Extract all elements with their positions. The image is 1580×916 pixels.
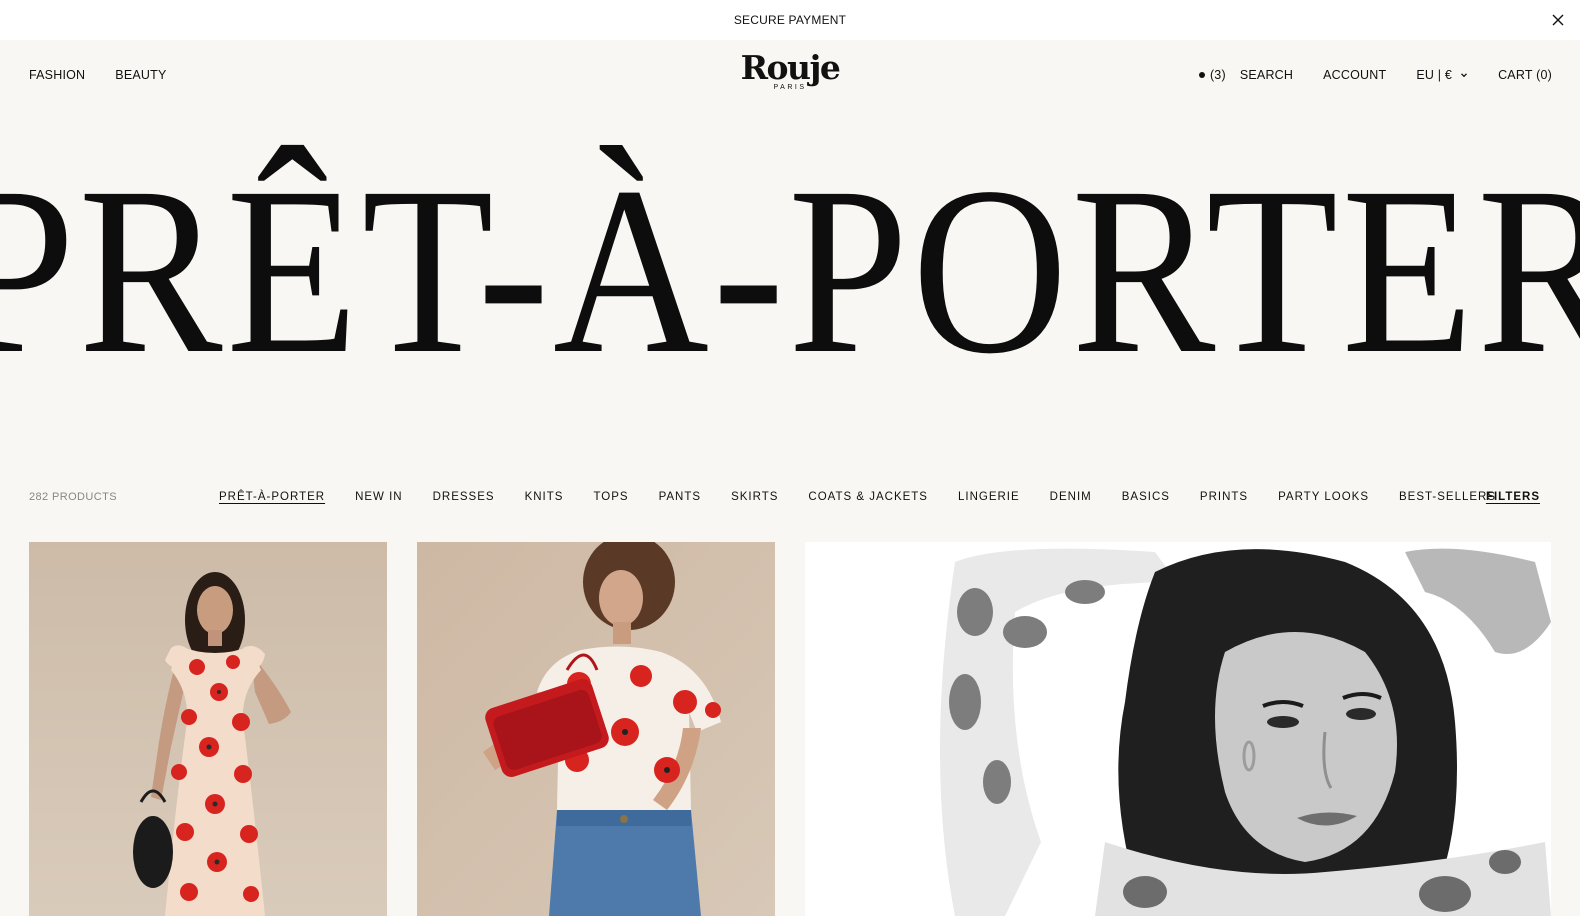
product-count: 282 PRODUCTS (29, 491, 117, 503)
product-grid (0, 542, 1580, 916)
category-bar: 282 PRODUCTS PRÊT-À-PORTER NEW IN DRESSE… (0, 488, 1580, 508)
announcement-bar: SECURE PAYMENT (0, 0, 1580, 40)
tab-coats-jackets[interactable]: COATS & JACKETS (808, 491, 928, 503)
brand-logo[interactable]: Rouje PARIS (740, 48, 841, 100)
product-image (29, 542, 387, 916)
announcement-text: SECURE PAYMENT (733, 13, 847, 27)
region-selector[interactable]: EU | € (1416, 68, 1468, 82)
product-card[interactable] (805, 542, 1551, 916)
chevron-down-icon (1461, 73, 1468, 78)
tab-basics[interactable]: BASICS (1122, 491, 1170, 503)
tab-best-sellers[interactable]: BEST-SELLERS (1399, 491, 1496, 503)
wishlist-link[interactable]: (3) (1198, 68, 1226, 82)
tab-new-in[interactable]: NEW IN (355, 491, 403, 503)
tab-tops[interactable]: TOPS (593, 491, 628, 503)
region-label: EU | € (1416, 68, 1453, 82)
category-tabs: PRÊT-À-PORTER NEW IN DRESSES KNITS TOPS … (219, 491, 1496, 503)
product-image (417, 542, 775, 916)
utility-nav: (3) SEARCH ACCOUNT EU | € CART (0) (1198, 68, 1552, 82)
close-icon[interactable] (1550, 12, 1566, 28)
site-header: FASHION BEAUTY Rouje PARIS (3) SEARCH AC… (0, 40, 1580, 112)
tab-skirts[interactable]: SKIRTS (731, 491, 778, 503)
hero: PRÊT-À-PORTER (0, 137, 1580, 403)
wishlist-count: (3) (1209, 68, 1226, 82)
logo-wordmark: Rouje (740, 48, 841, 87)
filters-button[interactable]: FILTERS (1486, 491, 1540, 503)
tab-denim[interactable]: DENIM (1050, 491, 1092, 503)
main-nav: FASHION BEAUTY (29, 68, 167, 82)
tab-prints[interactable]: PRINTS (1200, 491, 1248, 503)
product-card[interactable] (29, 542, 387, 916)
tab-lingerie[interactable]: LINGERIE (958, 491, 1020, 503)
nav-beauty[interactable]: BEAUTY (115, 68, 166, 82)
nav-fashion[interactable]: FASHION (29, 68, 85, 82)
product-image (805, 542, 1551, 916)
tab-party-looks[interactable]: PARTY LOOKS (1278, 491, 1369, 503)
wishlist-dot-icon (1198, 72, 1205, 78)
account-link[interactable]: ACCOUNT (1323, 68, 1386, 82)
tab-pret-a-porter[interactable]: PRÊT-À-PORTER (219, 491, 325, 503)
tab-dresses[interactable]: DRESSES (433, 491, 495, 503)
tab-knits[interactable]: KNITS (525, 491, 564, 503)
cart-link[interactable]: CART (0) (1498, 68, 1552, 82)
page-title: PRÊT-À-PORTER (0, 137, 1580, 403)
product-card[interactable] (417, 542, 775, 916)
tab-pants[interactable]: PANTS (659, 491, 702, 503)
search-link[interactable]: SEARCH (1240, 68, 1293, 82)
